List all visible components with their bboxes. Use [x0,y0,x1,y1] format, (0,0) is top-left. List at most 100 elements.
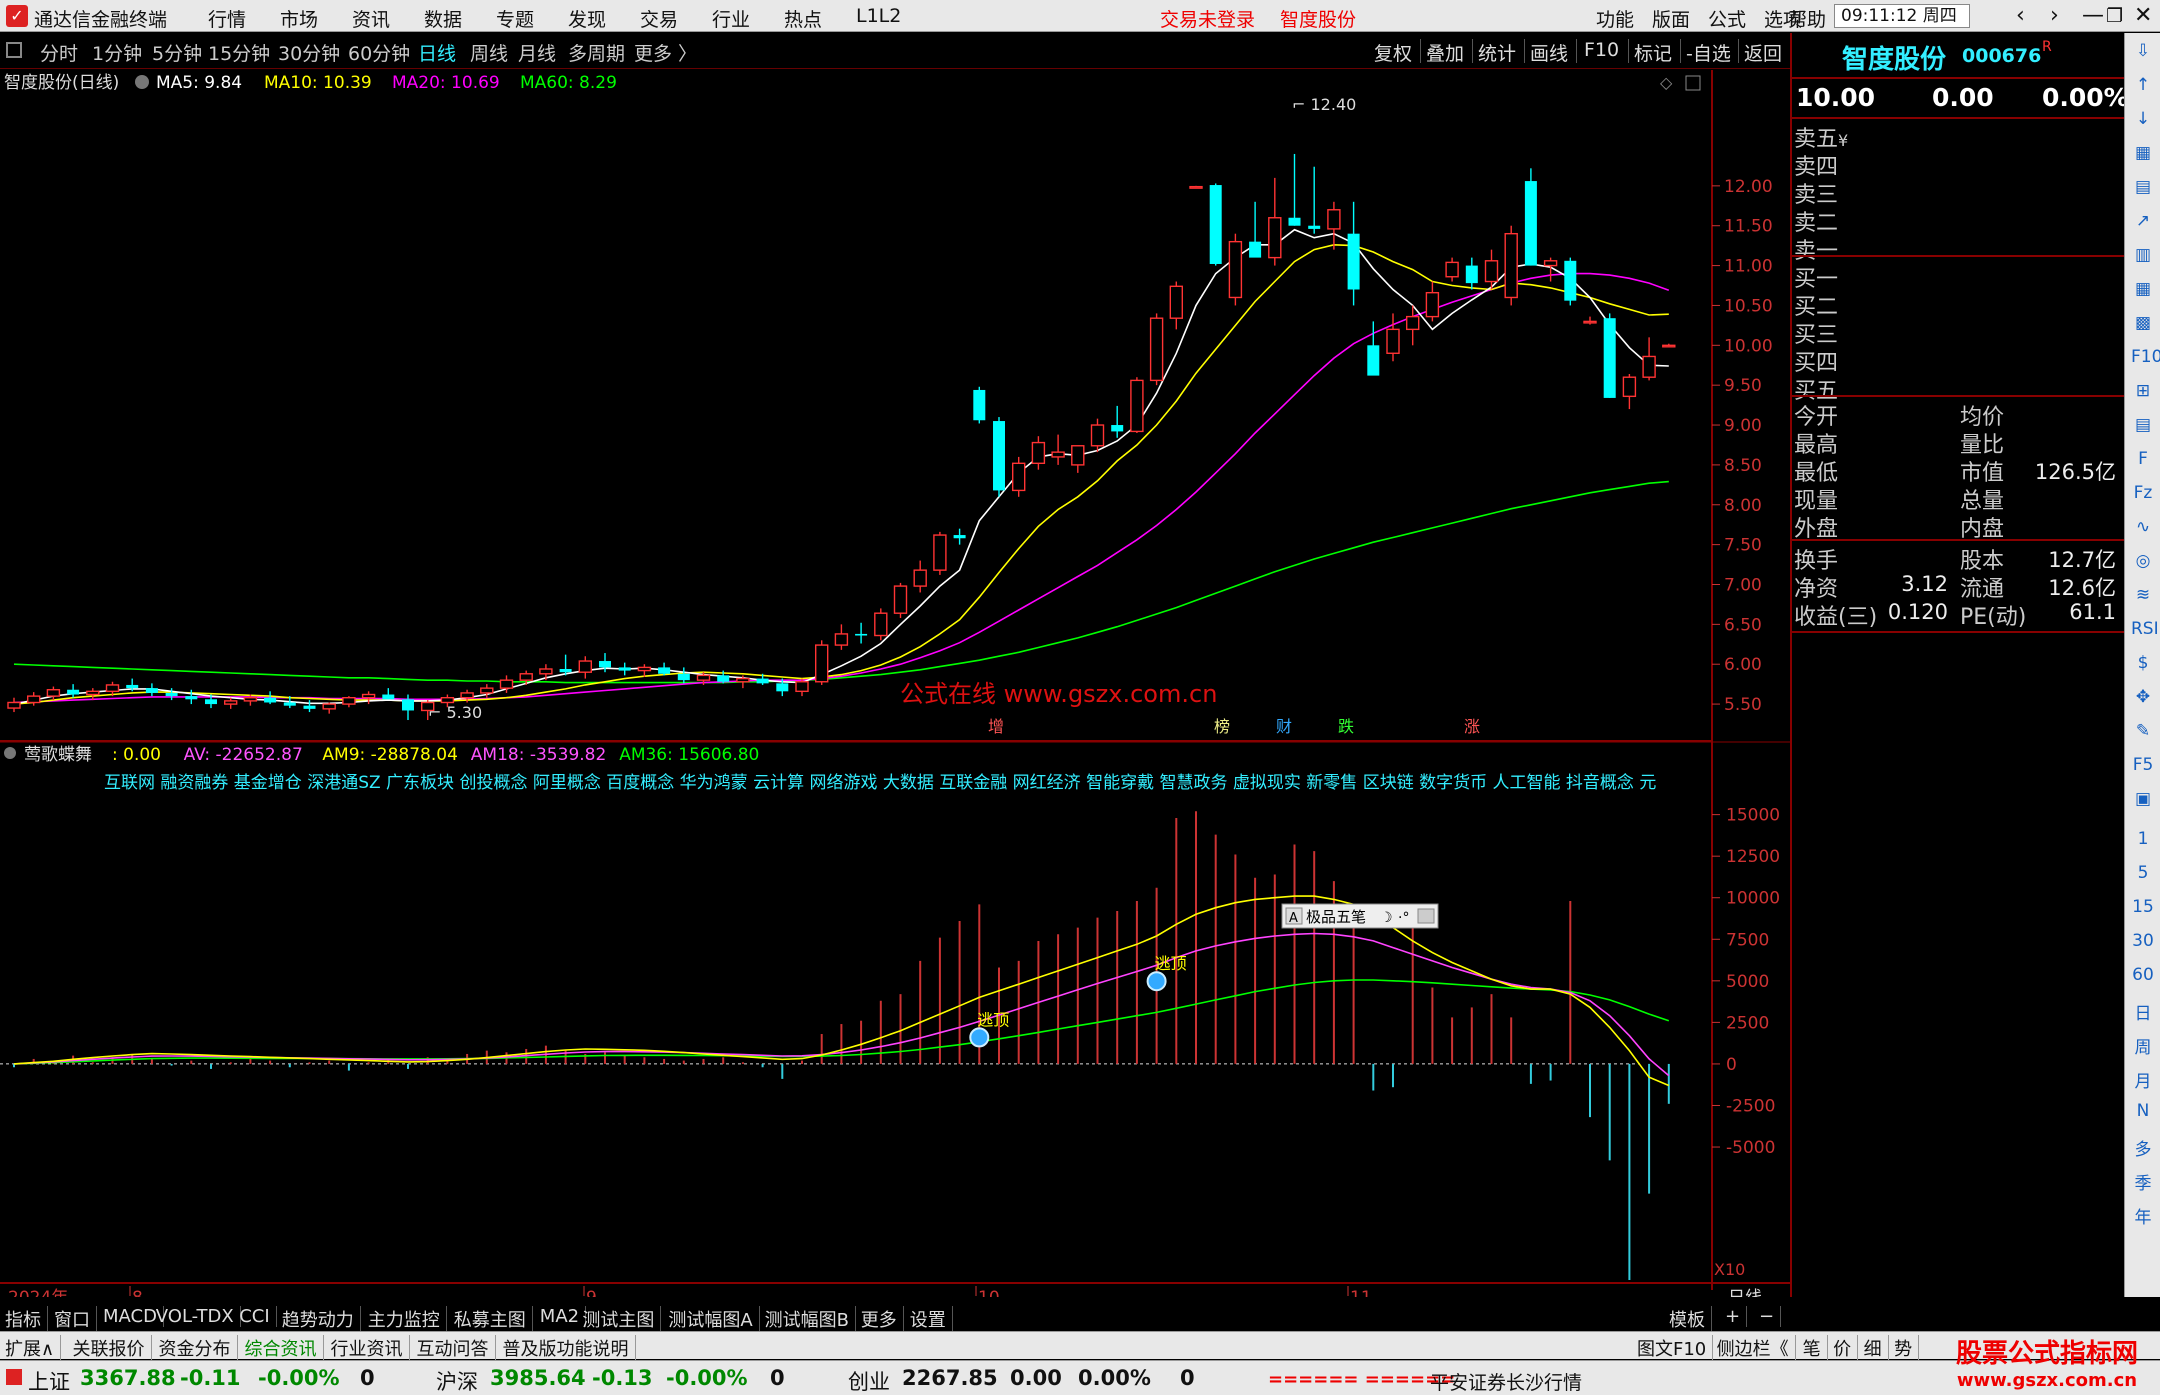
side-icon-20[interactable]: ✎ [2131,719,2155,743]
event-marker-fall[interactable]: 跌 [1338,717,1354,736]
menu-data[interactable]: 数据 [424,5,462,32]
side-icon-3[interactable]: ▦ [2131,141,2155,165]
indicator-menu-icon[interactable] [4,747,16,759]
menu-news[interactable]: 资讯 [352,5,390,32]
indicator-name[interactable]: 莺歌蝶舞 [24,745,92,765]
chart-area[interactable]: 智度股份(日线) MA5: 9.84 MA10: 10.39 MA20: 10.69… [0,70,1790,1308]
indicator-tab-7[interactable]: 私募主图 [449,1306,533,1332]
side-period-6[interactable]: 周 [2125,1033,2160,1058]
back-arrow-icon[interactable]: ‹ [2016,3,2025,28]
side-icon-8[interactable]: ▩ [2131,311,2155,335]
menu-industry[interactable]: 行业 [712,5,750,32]
indicator-tab-1[interactable]: 窗口 [49,1306,97,1332]
ime-toolbar[interactable]: A 极品五笔 ☽ ·° [1281,903,1439,929]
period-daily[interactable]: 日线 [418,39,456,66]
mark-button[interactable]: 标记 [1634,39,1672,66]
menu-l1l2[interactable]: L1L2 [856,5,901,27]
event-marker-add[interactable]: 增 [988,717,1004,736]
indicator-tab-right-0[interactable]: 模板 [1664,1306,1712,1332]
indicator-tab-11[interactable]: 测试幅图B [760,1306,856,1332]
indicator-tab-12[interactable]: 更多 [856,1306,904,1332]
indicator-tab-0[interactable]: 指标 [0,1306,48,1332]
menu-quotes[interactable]: 行情 [208,5,246,32]
side-period-5[interactable]: 日 [2125,999,2160,1024]
period-intraday[interactable]: 分时 [40,39,78,66]
side-period-3[interactable]: 30 [2125,931,2160,951]
event-marker-finance[interactable]: 财 [1276,717,1292,736]
side-period-9[interactable]: 多 [2125,1135,2160,1160]
return-button[interactable]: 返回 [1744,39,1782,66]
indicator-tab-right-1[interactable]: + [1720,1306,1748,1327]
period-weekly[interactable]: 周线 [470,39,508,66]
period-60min[interactable]: 60分钟 [348,39,410,66]
side-period-1[interactable]: 5 [2125,863,2160,883]
menu-formula[interactable]: 公式 [1708,5,1746,32]
close-icon[interactable]: ✕ [2134,3,2152,28]
concept-list[interactable]: 互联网 融资融券 基金增仓 深港通SZ 广东板块 创投概念 阿里概念 百度概念 … [104,772,1656,793]
event-marker-list[interactable]: 榜 [1214,717,1230,736]
side-icon-14[interactable]: ∿ [2131,515,2155,539]
period-30min[interactable]: 30分钟 [278,39,340,66]
side-icon-13[interactable]: Fz [2131,481,2155,505]
adjust-button[interactable]: 复权 [1374,39,1412,66]
period-15min[interactable]: 15分钟 [208,39,270,66]
info-tab-2[interactable]: 资金分布 [154,1335,238,1361]
menu-hotspot[interactable]: 热点 [784,5,822,32]
ime-moon-icon[interactable]: ☽ [1380,910,1393,926]
remove-watchlist-button[interactable]: -自选 [1686,39,1731,66]
period-1min[interactable]: 1分钟 [92,39,142,66]
chart-menu-icon[interactable] [135,75,149,89]
draw-line-button[interactable]: 画线 [1530,39,1568,66]
event-marker-rise[interactable]: 涨 [1464,717,1480,736]
f10-button[interactable]: F10 [1584,39,1619,61]
menu-function[interactable]: 功能 [1596,5,1634,32]
info-tab-3[interactable]: 综合资讯 [240,1335,324,1361]
side-icon-15[interactable]: ◎ [2131,549,2155,573]
minimize-icon[interactable]: — [2082,3,2104,28]
indicator-tab-5[interactable]: 趋势动力 [277,1306,361,1332]
side-period-8[interactable]: N [2125,1101,2160,1121]
side-period-10[interactable]: 季 [2125,1169,2160,1194]
panel-toggle-icon[interactable] [6,42,22,58]
indicator-tab-13[interactable]: 设置 [905,1306,953,1332]
side-icon-4[interactable]: ▤ [2131,175,2155,199]
menu-trade[interactable]: 交易 [640,5,678,32]
period-multi[interactable]: 多周期 [568,39,625,66]
index-sh-name[interactable]: 上证 [28,1366,70,1395]
menu-topics[interactable]: 专题 [496,5,534,32]
stats-button[interactable]: 统计 [1478,39,1516,66]
indicator-tab-4[interactable]: CCI [234,1306,277,1327]
forward-arrow-icon[interactable]: › [2050,3,2059,28]
side-icon-6[interactable]: ▥ [2131,243,2155,267]
side-icon-22[interactable]: ▣ [2131,787,2155,811]
period-more[interactable]: 更多 〉 [634,39,697,66]
info-tab-5[interactable]: 互动问答 [412,1335,496,1361]
side-icon-12[interactable]: F [2131,447,2155,471]
chart-expand-icon[interactable] [1685,75,1701,91]
overlay-button[interactable]: 叠加 [1426,39,1464,66]
broker-name[interactable]: 平安证券长沙行情 [1430,1368,1582,1395]
side-period-4[interactable]: 60 [2125,965,2160,985]
ime-punct-icon[interactable]: ·° [1398,910,1409,926]
indicator-tab-10[interactable]: 测试幅图A [663,1306,760,1332]
side-period-2[interactable]: 15 [2125,897,2160,917]
index-hs-name[interactable]: 沪深 [436,1366,478,1395]
info-tab-right-3[interactable]: 价 [1828,1335,1859,1361]
side-icon-19[interactable]: ✥ [2131,685,2155,709]
ime-a-icon[interactable]: A [1289,911,1298,926]
side-period-0[interactable]: 1 [2125,829,2160,849]
period-5min[interactable]: 5分钟 [152,39,202,66]
side-icon-10[interactable]: ⊞ [2131,379,2155,403]
indicator-tab-6[interactable]: 主力监控 [363,1306,447,1332]
info-tab-right-4[interactable]: 细 [1859,1335,1889,1361]
info-tab-right-0[interactable]: 图文F10 [1632,1335,1714,1361]
side-icon-0[interactable]: ⇩ [2131,39,2155,63]
index-cy-name[interactable]: 创业 [848,1366,890,1395]
menu-market[interactable]: 市场 [280,5,318,32]
indicator-tab-9[interactable]: 测试主图 [577,1306,662,1332]
menu-help[interactable]: 帮助 [1788,5,1826,32]
side-icon-1[interactable]: ↑ [2131,73,2155,97]
diamond-icon[interactable]: ◇ [1660,73,1673,92]
side-icon-7[interactable]: ▦ [2131,277,2155,301]
indicator-tab-3[interactable]: VOL-TDX [151,1306,241,1327]
